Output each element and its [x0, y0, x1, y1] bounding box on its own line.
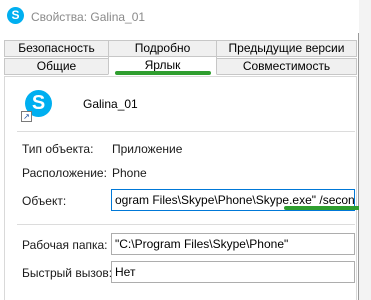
- title-bar[interactable]: S Свойства: Galina_01: [0, 0, 359, 33]
- torn-edge: [359, 0, 371, 300]
- target-label: Объект:: [22, 194, 67, 208]
- divider: [17, 131, 355, 132]
- hotkey-input[interactable]: Нет: [111, 261, 355, 283]
- object-type-label: Тип объекта:: [22, 142, 94, 156]
- tab-details[interactable]: Подробно: [108, 40, 217, 57]
- workdir-input[interactable]: "C:\Program Files\Skype\Phone": [111, 233, 355, 255]
- divider: [17, 224, 355, 225]
- tab-general[interactable]: Общие: [4, 58, 109, 75]
- location-label: Расположение:: [22, 166, 107, 180]
- shortcut-arrow-icon: ↗: [21, 111, 32, 122]
- target-input-text: ogram Files\Skype\Phone\Skype.exe" /seco…: [115, 193, 355, 207]
- tab-previous-versions[interactable]: Предыдущие версии: [216, 40, 357, 57]
- properties-window: S Свойства: Galina_01 Безопасность Подро…: [0, 0, 370, 300]
- tab-compatibility[interactable]: Совместимость: [216, 58, 357, 75]
- highlight-underline-target: [284, 206, 370, 210]
- window-title: Свойства: Galina_01: [31, 10, 146, 24]
- highlight-underline-tab: [115, 71, 211, 75]
- object-type-value: Приложение: [112, 142, 183, 156]
- location-value: Phone: [112, 166, 147, 180]
- workdir-label: Рабочая папка:: [22, 238, 108, 252]
- hotkey-label: Быстрый вызов:: [22, 266, 113, 280]
- shortcut-name[interactable]: Galina_01: [83, 97, 138, 111]
- tab-security[interactable]: Безопасность: [4, 40, 109, 57]
- skype-icon: S: [7, 7, 24, 24]
